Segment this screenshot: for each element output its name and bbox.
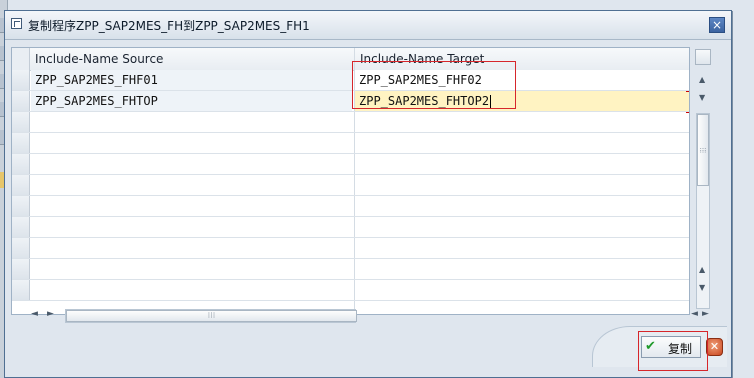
table-row <box>12 154 689 175</box>
table-row <box>12 196 689 217</box>
vertical-scroll-thumb[interactable]: ⁝⁝⁝ <box>697 114 709 186</box>
table-row <box>12 133 689 154</box>
row-selector[interactable] <box>12 238 30 258</box>
dialog-title: 复制程序ZPP_SAP2MES_FH到ZPP_SAP2MES_FH1 <box>28 19 310 33</box>
dialog-titlebar: 复制程序ZPP_SAP2MES_FH到ZPP_SAP2MES_FH1 × <box>5 11 731 40</box>
row-selector[interactable] <box>12 133 30 153</box>
scroll-right-arrow-icon[interactable]: ► <box>47 309 54 319</box>
text-cursor <box>490 94 492 109</box>
table-row <box>12 238 689 259</box>
column-header-source[interactable]: Include-Name Source <box>35 52 163 66</box>
scroll-right-arrow-icon[interactable]: ► <box>702 309 709 319</box>
scroll-up-arrow-icon[interactable]: ▲ <box>699 75 705 84</box>
scroll-up-arrow-icon[interactable]: ▲ <box>699 265 705 274</box>
target-input-active[interactable]: ZPP_SAP2MES_FHTOP2 <box>355 91 689 111</box>
row-selector[interactable] <box>12 175 30 195</box>
include-table: Include-Name Source Include-Name Target … <box>11 47 690 315</box>
vertical-scroll-track[interactable]: ⁝⁝⁝ <box>696 113 710 309</box>
row-selector[interactable] <box>12 70 30 90</box>
source-cell: ZPP_SAP2MES_FHF01 <box>31 70 352 90</box>
row-selector[interactable] <box>12 217 30 237</box>
copy-button-label: 复制 <box>668 342 693 356</box>
row-selector[interactable] <box>12 196 30 216</box>
cancel-button[interactable]: ✕ <box>706 338 723 356</box>
table-row <box>12 175 689 196</box>
horizontal-scroll-thumb[interactable]: ⁝⁝⁝ <box>66 310 357 322</box>
close-button[interactable]: × <box>709 17 725 33</box>
target-input-value: ZPP_SAP2MES_FHTOP2 <box>359 94 490 108</box>
table-row <box>12 112 689 133</box>
horizontal-scrollbar[interactable]: ◄ ► ⁝⁝⁝ <box>29 307 689 325</box>
table-settings-button[interactable] <box>695 49 711 65</box>
table-row: ZPP_SAP2MES_FHF01 ZPP_SAP2MES_FHF02 <box>12 70 689 91</box>
table-header: Include-Name Source Include-Name Target <box>12 48 689 71</box>
row-selector[interactable] <box>12 154 30 174</box>
cell-edge-marker <box>686 91 689 113</box>
scroll-left-arrow-icon[interactable]: ◄ <box>31 309 38 319</box>
row-selector[interactable] <box>12 280 30 300</box>
row-selector[interactable] <box>12 91 30 111</box>
table-row: ZPP_SAP2MES_FHTOP ZPP_SAP2MES_FHTOP2 <box>12 91 689 113</box>
scroll-left-arrow-icon[interactable]: ◄ <box>691 309 698 319</box>
select-all-cell[interactable] <box>12 48 30 70</box>
scroll-down-arrow-icon[interactable]: ▼ <box>699 93 705 102</box>
copy-program-dialog: 复制程序ZPP_SAP2MES_FH到ZPP_SAP2MES_FH1 × Inc… <box>4 10 732 378</box>
table-row <box>12 280 689 301</box>
copy-button[interactable]: ✔ 复制 <box>641 336 701 358</box>
row-selector[interactable] <box>12 259 30 279</box>
table-row <box>12 217 689 238</box>
column-header-target[interactable]: Include-Name Target <box>360 52 484 66</box>
horizontal-scroll-track[interactable]: ⁝⁝⁝ <box>65 309 357 323</box>
row-selector[interactable] <box>12 112 30 132</box>
source-cell: ZPP_SAP2MES_FHTOP <box>31 91 352 111</box>
vertical-scrollbar[interactable]: ▲ ▼ ⁝⁝⁝ ▲ ▼ <box>693 47 713 313</box>
check-icon: ✔ <box>645 339 656 354</box>
table-row <box>12 259 689 280</box>
window-icon <box>11 18 22 29</box>
target-input[interactable]: ZPP_SAP2MES_FHF02 <box>355 70 689 90</box>
right-table-scroll[interactable]: ◄ ► <box>691 307 713 325</box>
scroll-down-arrow-icon[interactable]: ▼ <box>699 283 705 292</box>
